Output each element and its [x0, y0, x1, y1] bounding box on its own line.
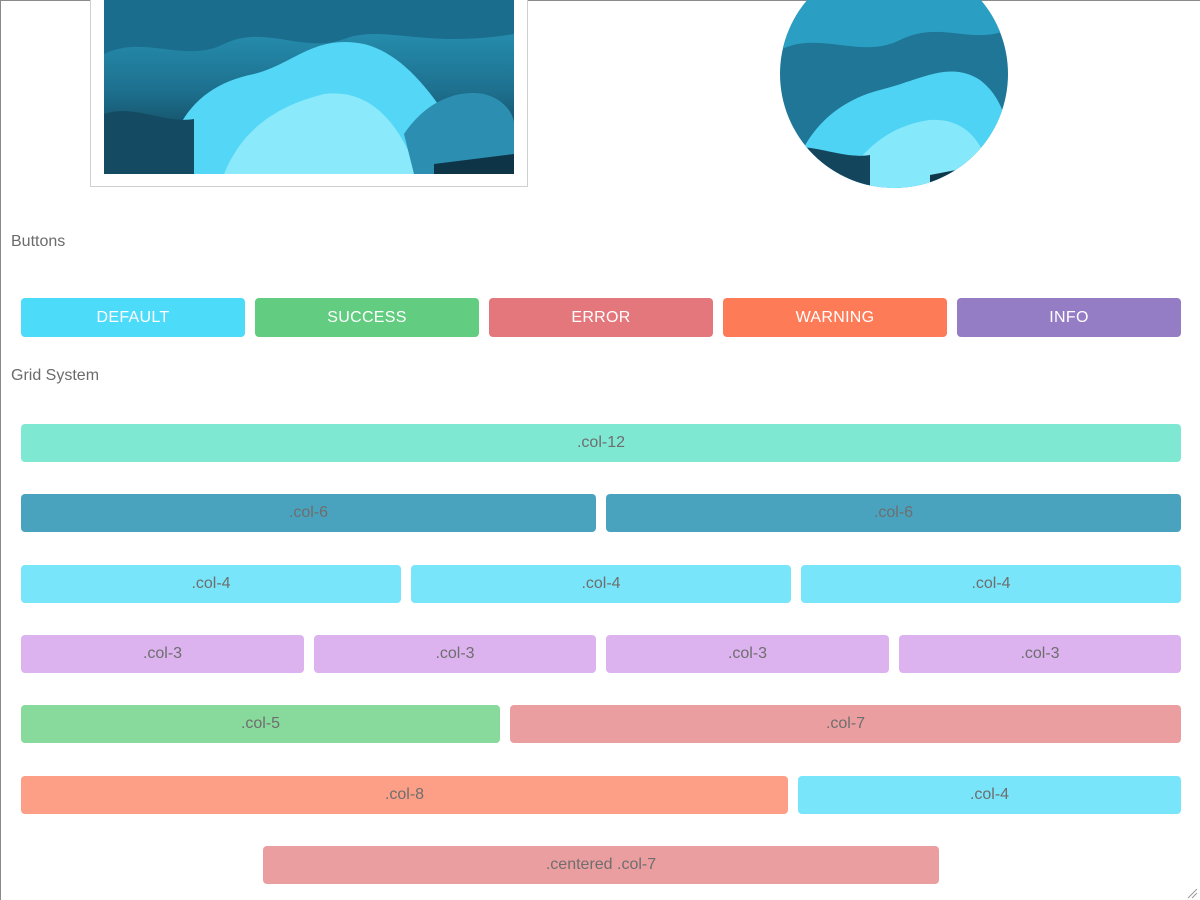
grid-cell-col-6: .col-6 [21, 494, 596, 532]
grid-cell-col-8: .col-8 [21, 776, 788, 814]
grid-cell-col-6: .col-6 [606, 494, 1181, 532]
grid-cell-col-12: .col-12 [21, 424, 1181, 462]
grid-cell-col-4: .col-4 [411, 565, 791, 603]
grid-cell-col-3: .col-3 [606, 635, 889, 673]
ocean-wave-circle-image [780, 0, 1008, 188]
default-button[interactable]: DEFAULT [21, 298, 245, 337]
grid-cell-col-4: .col-4 [798, 776, 1181, 814]
ocean-wave-image [104, 0, 514, 174]
grid-cell-col-7: .col-7 [510, 705, 1181, 743]
grid-section-title: Grid System [11, 367, 100, 384]
grid-cell-col-3: .col-3 [899, 635, 1181, 673]
error-button[interactable]: ERROR [489, 298, 713, 337]
grid-cell-centered-col-7: .centered .col-7 [263, 846, 939, 884]
framed-image-card [90, 0, 528, 187]
grid-cell-col-3: .col-3 [314, 635, 596, 673]
buttons-section-title: Buttons [11, 233, 66, 250]
info-button[interactable]: INFO [957, 298, 1181, 337]
grid-cell-col-5: .col-5 [21, 705, 500, 743]
grid-cell-col-3: .col-3 [21, 635, 304, 673]
resize-grip-icon[interactable] [1186, 886, 1198, 899]
grid-cell-col-4: .col-4 [21, 565, 401, 603]
success-button[interactable]: SUCCESS [255, 298, 479, 337]
grid-cell-col-4: .col-4 [801, 565, 1181, 603]
warning-button[interactable]: WARNING [723, 298, 947, 337]
